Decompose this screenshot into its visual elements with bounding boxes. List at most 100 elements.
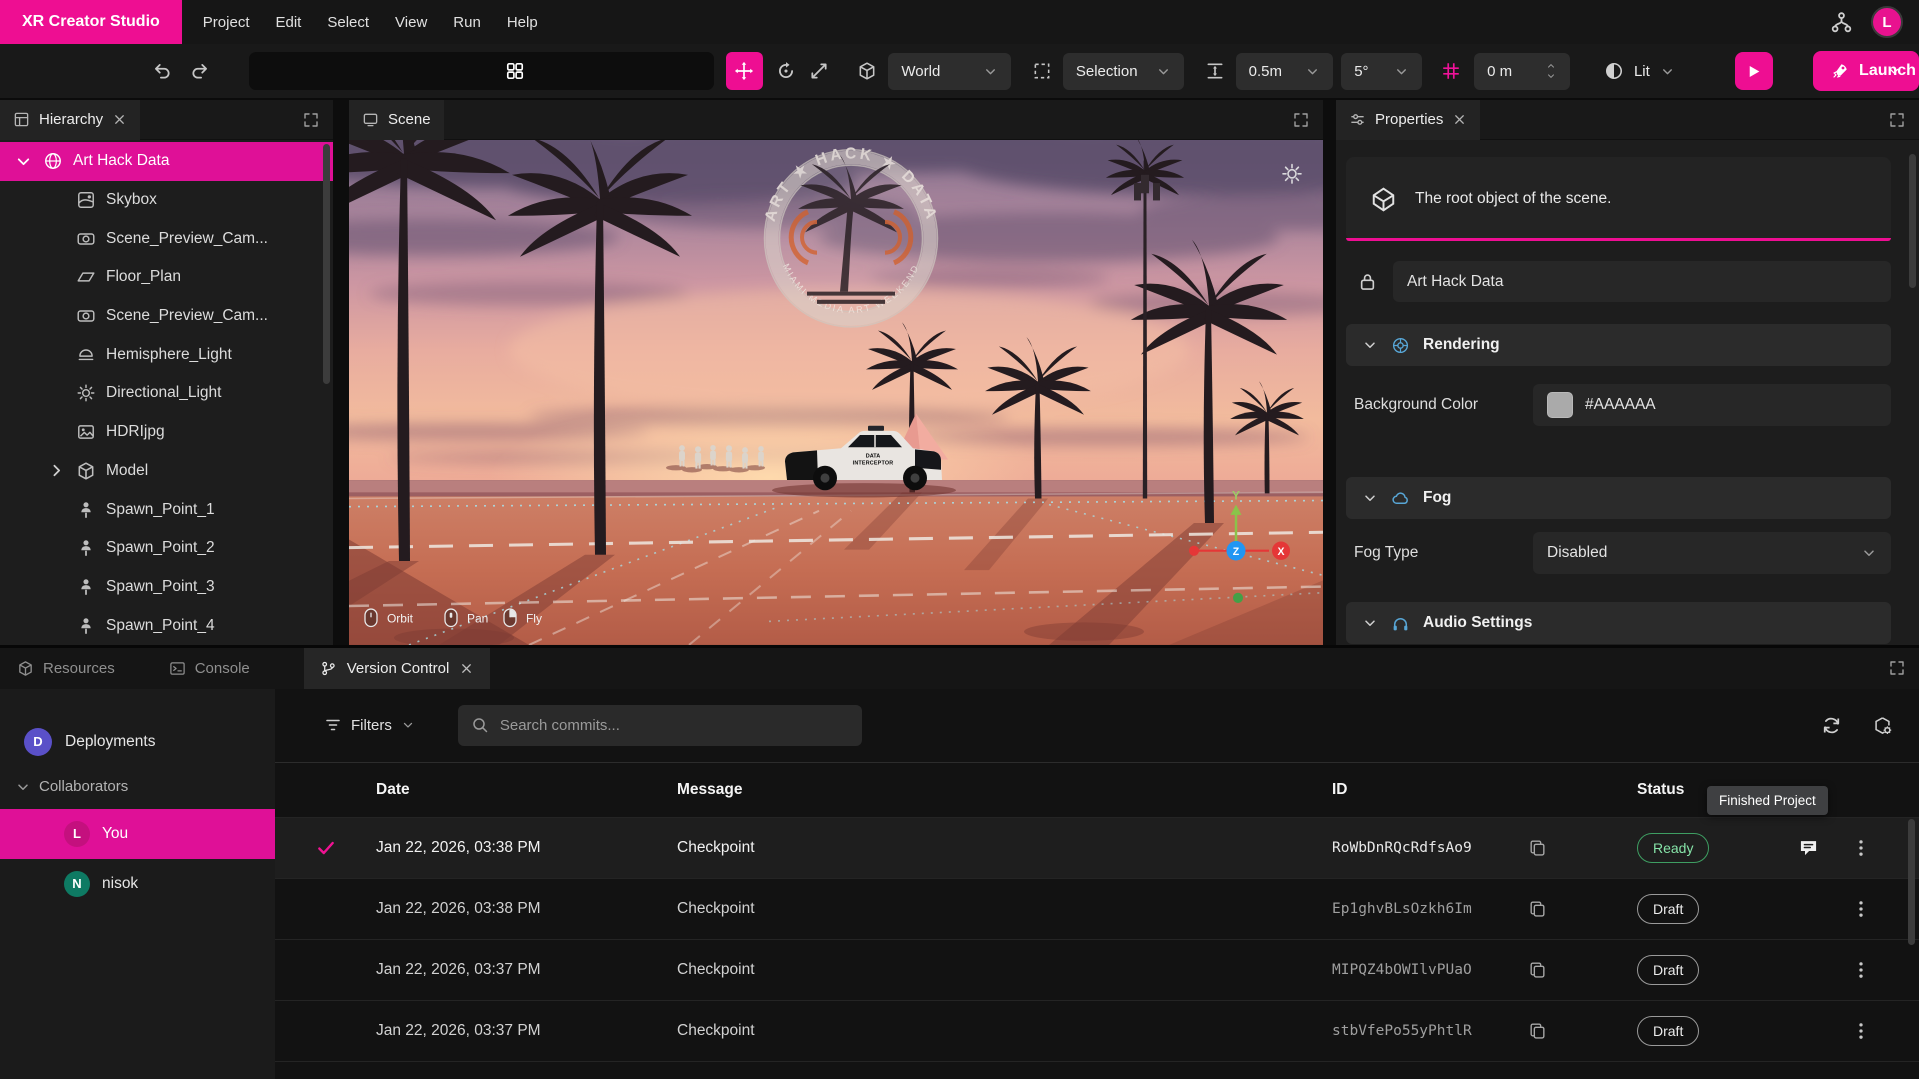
hierarchy-item[interactable]: Skybox [0,181,333,220]
expand-icon[interactable] [1888,111,1906,129]
tab-hierarchy[interactable]: Hierarchy [0,100,140,140]
collaborator-item[interactable]: N nisok [0,859,275,909]
copy-icon[interactable] [1528,838,1547,857]
filters-button[interactable]: Filters [324,716,415,734]
tab-version-control[interactable]: Version Control [304,648,491,689]
background-color-input[interactable]: #AAAAAA [1533,384,1891,426]
move-tool-button[interactable] [726,52,763,90]
hierarchy-scrollbar[interactable] [323,144,330,641]
scene-viewport[interactable]: ART ★ HACK ★ DATA MIAMI MEDIA ART WEEKEN… [349,140,1323,645]
hierarchy-item[interactable]: HDRIjpg [0,413,333,452]
section-audio-settings[interactable]: Audio Settings [1346,602,1891,644]
expand-icon[interactable] [302,111,320,129]
hierarchy-item[interactable]: Floor_Plan [0,258,333,297]
chevron-up-icon[interactable] [1545,61,1557,71]
hierarchy-item[interactable]: Scene_Preview_Cam... [0,297,333,336]
transform-space-button[interactable] [852,53,882,89]
user-avatar[interactable]: L [1871,6,1903,38]
menu-item[interactable]: Run [440,0,494,44]
grid-toggle-button[interactable] [1436,53,1466,89]
chevron-down-icon[interactable] [15,779,31,795]
tab-scene[interactable]: Scene [349,100,444,140]
add-asset-split-button[interactable] [249,52,714,90]
scale-tool-button[interactable] [805,53,835,89]
deployments-item[interactable]: D Deployments [0,719,275,765]
redo-button[interactable] [185,53,215,89]
undo-button[interactable] [147,53,177,89]
car-text-top: DATA [866,453,880,459]
play-button[interactable] [1735,52,1773,90]
tab-resources[interactable]: Resources [17,648,115,689]
lock-icon[interactable] [1357,271,1378,292]
copy-icon[interactable] [1528,1021,1547,1040]
row-menu-icon[interactable] [1851,960,1871,980]
object-name-input[interactable]: Art Hack Data [1393,261,1891,302]
expand-icon[interactable] [1292,111,1310,129]
commit-row[interactable]: Jan 22, 2026, 03:38 PM Checkpoint RoWbDn… [275,817,1919,878]
menu-item[interactable]: Help [494,0,551,44]
snap-move-button[interactable] [1200,53,1230,89]
commit-row[interactable]: Jan 22, 2026, 03:38 PM Checkpoint Ep1ghv… [275,878,1919,939]
hierarchy-item[interactable]: Spawn_Point_1 [0,490,333,529]
row-menu-icon[interactable] [1851,899,1871,919]
chevron-down-icon[interactable] [1362,337,1378,353]
scene-icon [362,111,379,128]
close-icon[interactable] [459,661,474,676]
pivot-select[interactable]: Selection [1063,53,1184,90]
launch-button[interactable]: Launch [1813,51,1919,91]
tree-chevron-icon[interactable] [14,152,33,171]
share-graph-icon[interactable] [1830,11,1853,34]
scene-render[interactable]: ART ★ HACK ★ DATA MIAMI MEDIA ART WEEKEN… [349,140,1323,645]
color-swatch[interactable] [1547,392,1573,418]
row-menu-icon[interactable] [1851,1021,1871,1041]
refresh-icon[interactable] [1821,715,1842,736]
tree-chevron-icon[interactable] [47,461,66,480]
hierarchy-item[interactable]: Scene_Preview_Cam... [0,219,333,258]
close-icon[interactable] [1452,112,1467,127]
close-icon[interactable] [112,112,127,127]
copy-icon[interactable] [1528,899,1547,918]
hierarchy-item[interactable]: Directional_Light [0,374,333,413]
hierarchy-item[interactable]: Art Hack Data [0,142,333,181]
copy-icon[interactable] [1528,960,1547,979]
chevron-down-icon[interactable] [1362,490,1378,506]
collaborators-group[interactable]: Collaborators [0,765,275,809]
hierarchy-item[interactable]: Spawn_Point_4 [0,606,333,645]
fog-type-select[interactable]: Disabled [1533,532,1891,574]
space-select[interactable]: World [888,53,1011,90]
menu-item[interactable]: Select [314,0,382,44]
search-commits-box[interactable] [458,705,862,746]
hierarchy-item[interactable]: Model [0,452,333,491]
tab-console[interactable]: Console [169,648,250,689]
chevron-down-icon[interactable] [1545,71,1557,81]
grid-height-stepper[interactable]: 0 m [1474,53,1570,90]
row-menu-icon[interactable] [1851,838,1871,858]
rotate-tool-button[interactable] [771,53,801,89]
collaborator-item[interactable]: L You [0,809,275,859]
expand-icon[interactable] [1888,659,1906,677]
commit-row[interactable]: Jan 22, 2026, 03:37 PM Checkpoint MIPQZ4… [275,939,1919,1000]
hierarchy-item[interactable]: Spawn_Point_2 [0,529,333,568]
tab-properties[interactable]: Properties [1336,100,1480,140]
stepper-arrows[interactable] [1545,61,1557,81]
rotate-snap-select[interactable]: 5° [1341,53,1422,90]
commits-scrollbar[interactable] [1908,819,1915,945]
comment-icon[interactable] [1798,837,1819,858]
chevron-down-icon[interactable] [1887,64,1901,78]
move-snap-select[interactable]: 0.5m [1236,53,1334,90]
commit-settings-icon[interactable] [1872,715,1893,736]
menu-item[interactable]: Project [190,0,263,44]
menu-item[interactable]: View [382,0,440,44]
search-commits-input[interactable] [500,717,849,734]
hierarchy-item[interactable]: Spawn_Point_3 [0,568,333,607]
commit-row[interactable] [275,1061,1919,1079]
section-fog[interactable]: Fog [1346,477,1891,519]
pivot-mode-button[interactable] [1027,53,1057,89]
chevron-down-icon[interactable] [1362,615,1378,631]
hierarchy-item[interactable]: Hemisphere_Light [0,335,333,374]
section-rendering[interactable]: Rendering [1346,324,1891,366]
shading-mode-select[interactable]: Lit [1594,53,1685,90]
properties-scrollbar[interactable] [1909,142,1916,643]
menu-item[interactable]: Edit [262,0,314,44]
commit-row[interactable]: Jan 22, 2026, 03:37 PM Checkpoint stbVfe… [275,1000,1919,1061]
